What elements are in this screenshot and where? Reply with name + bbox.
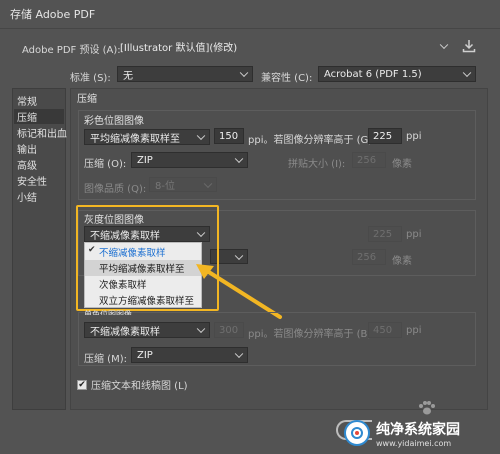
mono-compression-label: 压缩 (M):	[84, 354, 127, 365]
compat-label: 兼容性 (C):	[261, 73, 313, 84]
sidebar-item-output[interactable]: 输出	[17, 141, 37, 156]
color-compression-label: 压缩 (O):	[84, 159, 127, 170]
gray-tile-unit: 像素	[392, 256, 412, 267]
preset-value: [Illustrator 默认值](修改)	[120, 42, 238, 54]
color-compression-select[interactable]: ZIP	[131, 152, 248, 168]
chevron-down-icon	[462, 68, 472, 78]
mono-bitmap-heading: 单色位图图像	[84, 310, 132, 315]
standard-value: 无	[123, 70, 133, 82]
color-tile-unit: 像素	[392, 159, 412, 170]
color-downsample-select[interactable]: 平均缩减像素取样至	[84, 129, 210, 145]
compression-heading: 压缩	[77, 94, 97, 105]
color-ppi-input[interactable]: 150	[214, 128, 244, 144]
sidebar-item-security[interactable]: 安全性	[17, 173, 47, 188]
color-above-unit: ppi	[406, 131, 422, 142]
color-bitmap-heading: 彩色位图图像	[84, 116, 144, 127]
paw-icon	[416, 400, 438, 416]
mono-ppi-input[interactable]: 300	[214, 322, 244, 338]
mono-compression-select[interactable]: ZIP	[131, 347, 248, 363]
window-title: 存储 Adobe PDF	[10, 8, 96, 21]
gray-tile-input[interactable]: 256	[352, 249, 386, 265]
compress-text-option[interactable]: ✔ 压缩文本和线稿图 (L)	[77, 377, 188, 392]
mono-above-unit: ppi	[406, 325, 422, 336]
mono-downsample-value: 不缩减像素取样	[90, 326, 160, 338]
color-above-input[interactable]: 225	[368, 128, 402, 144]
compress-text-checkbox[interactable]: ✔	[77, 379, 87, 390]
sidebar-item-compression[interactable]: 压缩	[14, 109, 64, 124]
color-tile-label: 拼贴大小 (I):	[288, 159, 346, 170]
watermark-en: www.yidaimei.com	[376, 438, 452, 448]
chevron-down-icon	[239, 68, 249, 78]
mono-ppi-unit: ppi。若图像分辨率高于 (B)	[248, 329, 372, 340]
chevron-down-icon	[234, 349, 244, 359]
color-ppi-unit: ppi。若图像分辨率高于 (G)	[248, 135, 373, 146]
sidebar: 常规 压缩 标记和出血 输出 高级 安全性 小结	[12, 88, 67, 410]
color-quality-value: 8-位	[155, 181, 175, 192]
color-tile-input[interactable]: 256	[352, 152, 386, 168]
gray-above-input[interactable]: 225	[368, 226, 402, 242]
watermark: 纯净系统家园 www.yidaimei.com	[344, 416, 494, 450]
color-quality-label: 图像品质 (Q):	[84, 184, 147, 195]
mono-compression-value: ZIP	[137, 349, 153, 361]
sidebar-item-summary[interactable]: 小结	[17, 189, 37, 204]
preset-select[interactable]: [Illustrator 默认值](修改)	[120, 38, 452, 54]
standard-select[interactable]: 无	[117, 66, 253, 82]
sidebar-item-marks-bleeds[interactable]: 标记和出血	[17, 125, 67, 140]
chevron-down-icon	[203, 179, 213, 188]
chevron-down-icon	[439, 40, 449, 50]
sidebar-item-advanced[interactable]: 高级	[17, 157, 37, 172]
title-divider	[0, 28, 500, 29]
mono-downsample-select[interactable]: 不缩减像素取样	[84, 322, 210, 338]
color-downsample-value: 平均缩减像素取样至	[90, 133, 180, 145]
preset-label: Adobe PDF 预设 (A):	[22, 45, 121, 56]
standard-label: 标准 (S):	[70, 73, 111, 84]
watermark-logo-icon	[344, 420, 370, 446]
compress-text-label: 压缩文本和线稿图 (L)	[91, 381, 188, 392]
sidebar-item-general[interactable]: 常规	[17, 93, 37, 108]
chevron-down-icon	[196, 131, 206, 141]
color-quality-select[interactable]: 8-位	[149, 177, 217, 192]
compat-value: Acrobat 6 (PDF 1.5)	[324, 68, 422, 80]
compat-select[interactable]: Acrobat 6 (PDF 1.5)	[318, 66, 476, 82]
gray-above-unit: ppi	[406, 229, 422, 240]
mono-above-input[interactable]: 450	[368, 322, 402, 338]
save-preset-icon[interactable]	[462, 39, 476, 53]
color-compression-value: ZIP	[137, 154, 153, 166]
watermark-cn: 纯净系统家园	[376, 421, 460, 438]
chevron-down-icon	[234, 154, 244, 164]
chevron-down-icon	[196, 324, 206, 334]
